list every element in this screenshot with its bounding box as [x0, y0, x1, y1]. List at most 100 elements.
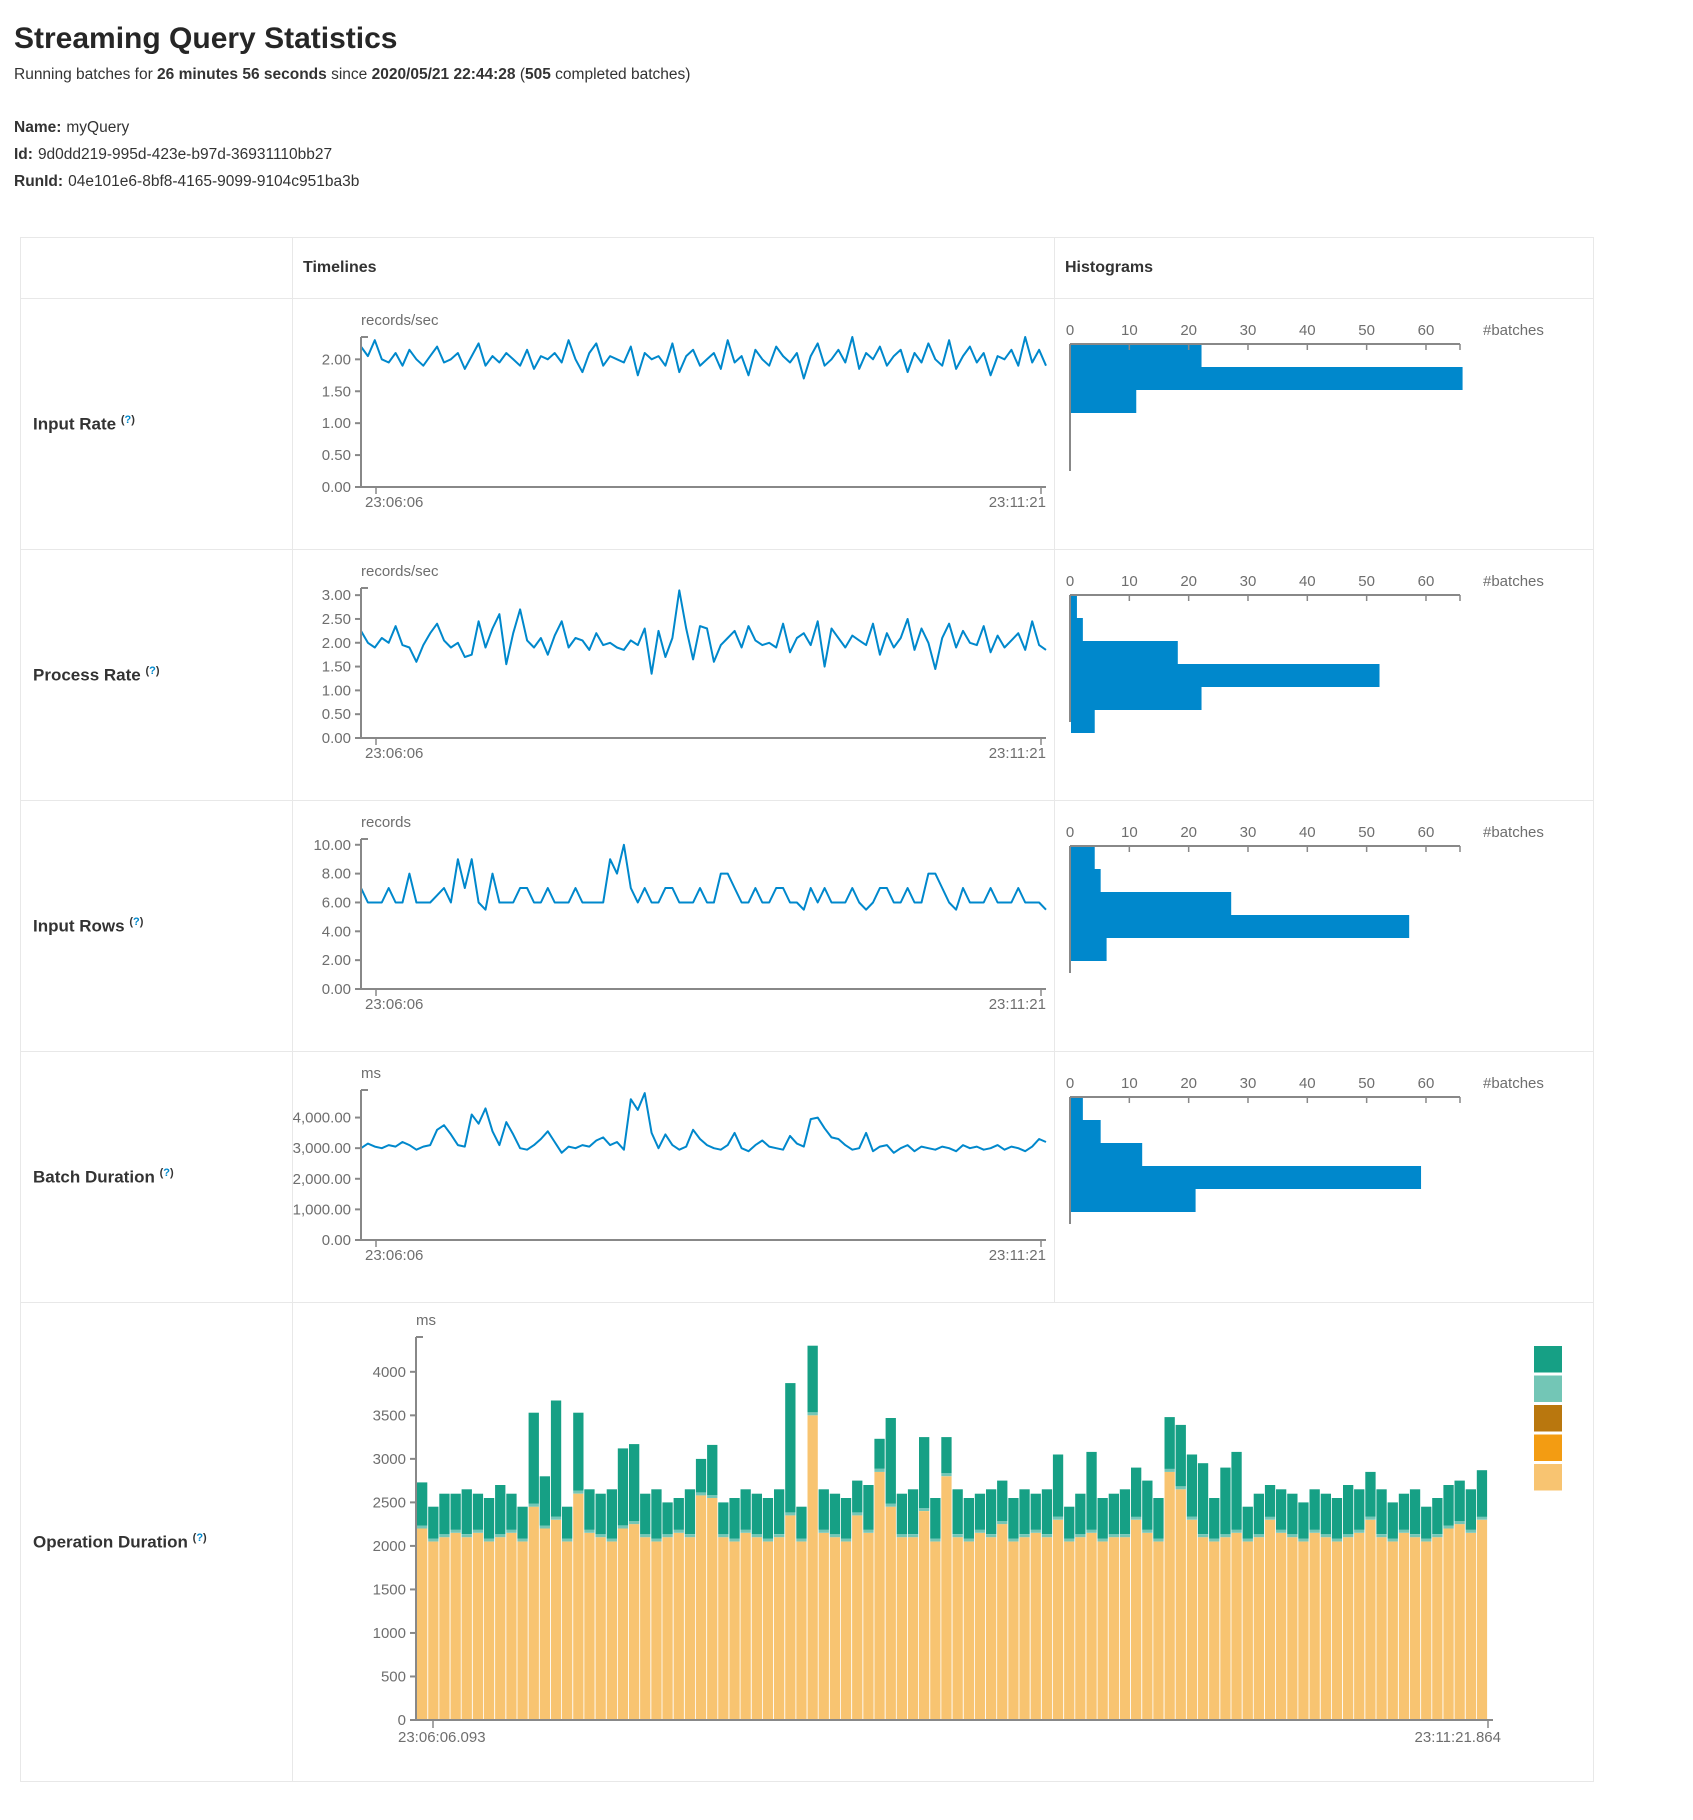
svg-text:10: 10: [1121, 573, 1138, 590]
svg-text:30: 30: [1240, 824, 1257, 841]
svg-text:3,000.00: 3,000.00: [293, 1140, 351, 1157]
legend-swatch: [1534, 1405, 1562, 1432]
svg-text:10: 10: [1121, 824, 1138, 841]
query-id: 9d0dd219-995d-423e-b97d-36931110bb27: [38, 146, 332, 163]
input-rate-timeline-chart: records/sec2.001.501.000.500.0023:06:062…: [293, 299, 1055, 549]
svg-text:23:06:06: 23:06:06: [365, 996, 423, 1013]
runid-label: RunId:: [14, 173, 63, 190]
svg-text:0.50: 0.50: [322, 447, 351, 464]
svg-text:0.00: 0.00: [322, 730, 351, 747]
svg-text:40: 40: [1299, 1075, 1316, 1092]
svg-text:40: 40: [1299, 824, 1316, 841]
page-title: Streaming Query Statistics: [14, 22, 1693, 56]
paren-open: (: [516, 66, 525, 83]
svg-text:23:11:21: 23:11:21: [989, 1247, 1046, 1264]
svg-text:0.50: 0.50: [322, 706, 351, 723]
batch-duration-histogram-chart: 0102030405060#batches: [1055, 1052, 1594, 1302]
query-info: Name: myQuery Id:9d0dd219-995d-423e-b97d-…: [14, 114, 1693, 195]
svg-text:30: 30: [1240, 573, 1257, 590]
svg-text:8.00: 8.00: [322, 866, 351, 883]
svg-text:#batches: #batches: [1483, 573, 1544, 590]
legend-swatch: [1534, 1435, 1562, 1462]
running-duration: 26 minutes 56 seconds: [157, 66, 327, 83]
help-icon[interactable]: (?): [193, 1532, 207, 1544]
svg-text:23:11:21: 23:11:21: [989, 494, 1046, 511]
table-header-row: Timelines Histograms: [21, 238, 1594, 299]
svg-text:23:06:06: 23:06:06: [365, 745, 423, 762]
query-runid: 04e101e6-8bf8-4165-9099-9104c951ba3b: [68, 173, 359, 190]
svg-text:60: 60: [1418, 573, 1435, 590]
legend-swatch: [1534, 1346, 1562, 1373]
running-summary: Running batches for 26 minutes 56 second…: [14, 66, 1693, 84]
legend-swatch: [1534, 1464, 1562, 1491]
help-icon[interactable]: (?): [129, 916, 143, 928]
svg-text:23:06:06: 23:06:06: [365, 1247, 423, 1264]
table-row: Operation Duration (?) ms400035003000250…: [21, 1303, 1594, 1782]
operation-duration-chart: ms4000350030002500200015001000500023:06:…: [293, 1303, 1594, 1781]
svg-text:4,000.00: 4,000.00: [293, 1110, 351, 1127]
svg-text:records/sec: records/sec: [361, 563, 439, 580]
svg-text:23:11:21: 23:11:21: [989, 996, 1046, 1013]
svg-text:0: 0: [398, 1712, 406, 1729]
svg-text:23:06:06.093: 23:06:06.093: [398, 1729, 486, 1746]
svg-text:10: 10: [1121, 1075, 1138, 1092]
svg-text:6.00: 6.00: [322, 894, 351, 911]
svg-text:2.50: 2.50: [322, 611, 351, 628]
row-label-input-rows: Input Rows (?): [21, 801, 293, 1052]
svg-text:1.00: 1.00: [322, 682, 351, 699]
svg-text:0.00: 0.00: [322, 1232, 351, 1249]
svg-text:50: 50: [1358, 1075, 1375, 1092]
svg-text:ms: ms: [416, 1312, 436, 1329]
svg-text:3500: 3500: [373, 1407, 406, 1424]
svg-text:#batches: #batches: [1483, 824, 1544, 841]
header-empty-cell: [21, 238, 293, 299]
header-timelines: Timelines: [293, 238, 1055, 299]
process-rate-timeline-chart: records/sec3.002.502.001.501.000.500.002…: [293, 550, 1055, 800]
since-label: since: [327, 66, 372, 83]
query-name-line: Name: myQuery: [14, 114, 1693, 141]
table-row: Input Rate (?) records/sec2.001.501.000.…: [21, 299, 1594, 550]
svg-text:10.00: 10.00: [313, 837, 351, 854]
batch-duration-timeline-chart: ms4,000.003,000.002,000.001,000.000.0023…: [293, 1052, 1055, 1302]
input-rate-histogram-chart: 0102030405060#batches: [1055, 299, 1594, 549]
header-histograms: Histograms: [1055, 238, 1594, 299]
name-label: Name:: [14, 119, 61, 136]
svg-text:40: 40: [1299, 573, 1316, 590]
svg-text:50: 50: [1358, 573, 1375, 590]
svg-text:2000: 2000: [373, 1538, 406, 1555]
svg-text:30: 30: [1240, 322, 1257, 339]
query-id-line: Id:9d0dd219-995d-423e-b97d-36931110bb27: [14, 141, 1693, 168]
svg-text:records/sec: records/sec: [361, 312, 439, 329]
svg-text:20: 20: [1180, 824, 1197, 841]
svg-text:0: 0: [1066, 322, 1074, 339]
svg-text:1,000.00: 1,000.00: [293, 1201, 351, 1218]
svg-text:30: 30: [1240, 1075, 1257, 1092]
input-rows-timeline-chart: records10.008.006.004.002.000.0023:06:06…: [293, 801, 1055, 1051]
svg-text:23:11:21: 23:11:21: [989, 745, 1046, 762]
svg-text:20: 20: [1180, 573, 1197, 590]
svg-text:#batches: #batches: [1483, 1075, 1544, 1092]
svg-text:0.00: 0.00: [322, 981, 351, 998]
svg-text:50: 50: [1358, 824, 1375, 841]
svg-text:20: 20: [1180, 322, 1197, 339]
svg-text:0: 0: [1066, 1075, 1074, 1092]
svg-text:2,000.00: 2,000.00: [293, 1171, 351, 1188]
svg-text:1.00: 1.00: [322, 415, 351, 432]
svg-text:4000: 4000: [373, 1364, 406, 1381]
table-row: Input Rows (?) records10.008.006.004.002…: [21, 801, 1594, 1052]
help-icon[interactable]: (?): [160, 1167, 174, 1179]
svg-text:23:06:06: 23:06:06: [365, 494, 423, 511]
completed-suffix: completed batches): [551, 66, 691, 83]
query-name: myQuery: [66, 119, 129, 136]
help-icon[interactable]: (?): [145, 665, 159, 677]
svg-text:20: 20: [1180, 1075, 1197, 1092]
svg-text:2.00: 2.00: [322, 351, 351, 368]
svg-text:1.50: 1.50: [322, 659, 351, 676]
completed-batches-count: 505: [525, 66, 551, 83]
help-icon[interactable]: (?): [121, 414, 135, 426]
svg-text:10: 10: [1121, 322, 1138, 339]
svg-text:3000: 3000: [373, 1451, 406, 1468]
row-label-process-rate: Process Rate (?): [21, 550, 293, 801]
row-label-batch-duration: Batch Duration (?): [21, 1052, 293, 1303]
svg-text:3.00: 3.00: [322, 587, 351, 604]
